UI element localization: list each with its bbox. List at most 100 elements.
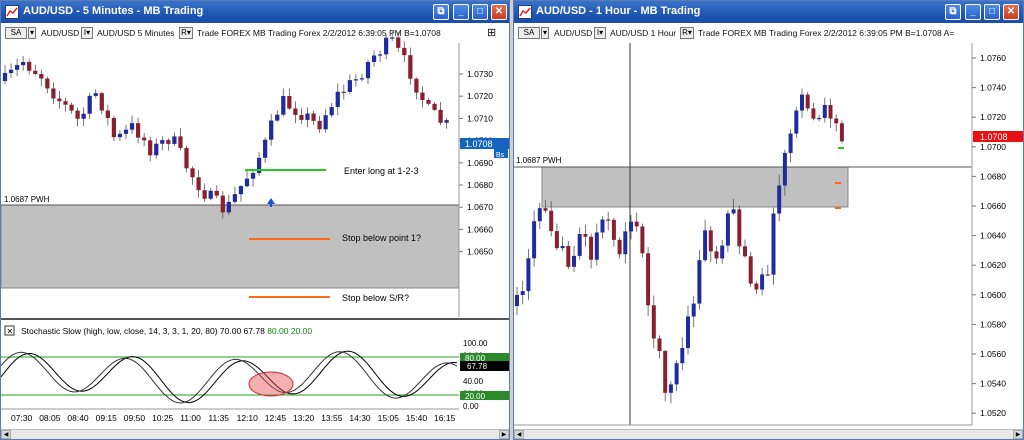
candle-body xyxy=(714,251,719,259)
scroll-left-icon[interactable]: ◀ xyxy=(1,430,11,439)
time-axis-label: 12:45 xyxy=(265,413,287,423)
support-resistance-zone xyxy=(541,166,849,208)
price-axis-label: 1.0660 xyxy=(467,224,493,234)
price-axis-label: 1.0660 xyxy=(980,201,1006,211)
candle-body xyxy=(63,101,68,105)
candle-body xyxy=(263,139,268,158)
candle-body xyxy=(589,236,594,260)
scroll-left-icon[interactable]: ◀ xyxy=(514,430,524,439)
candle-body xyxy=(178,136,183,148)
time-axis-label: 07:30 xyxy=(11,413,33,423)
price-axis-label: 1.0540 xyxy=(980,379,1006,389)
candle-body xyxy=(817,117,822,120)
candle-body xyxy=(432,103,437,110)
side-tag-label: Bs xyxy=(496,152,505,159)
price-axis-label: 1.0720 xyxy=(980,112,1006,122)
horizontal-scrollbar[interactable]: ◀ ▶ xyxy=(1,429,509,439)
candle-body xyxy=(99,93,104,111)
candle-body xyxy=(359,78,365,80)
candle-body xyxy=(720,245,725,259)
price-chart-1hour[interactable]: 1.0687 PWH 1.0760 1.0740 1.0720 1.0700 1.0680… xyxy=(514,1,1024,440)
candle-body xyxy=(281,95,286,115)
candle-body xyxy=(606,219,611,221)
horizontal-scrollbar[interactable]: ◀ ▶ xyxy=(514,429,1023,439)
candle-body xyxy=(777,185,782,214)
price-axis-label: 1.0670 xyxy=(467,202,493,212)
candle-body xyxy=(526,258,531,292)
time-axis-label: 11:35 xyxy=(208,413,229,423)
candle-body xyxy=(532,221,537,259)
price-chart-5min[interactable]: 1.0687 PWH1.07301.07201.07101.07001.0690… xyxy=(1,1,510,440)
price-pane xyxy=(514,43,972,425)
candle-body xyxy=(184,147,189,169)
candle-body xyxy=(196,177,201,191)
candle-body xyxy=(269,120,274,140)
stochastic-header-part: Stochastic Slow (high, low, close, 14, 3… xyxy=(21,326,265,336)
time-axis-label: 15:05 xyxy=(378,413,400,423)
candle-body xyxy=(800,94,804,111)
price-axis-label: 1.0690 xyxy=(467,158,493,168)
candle-body xyxy=(299,114,304,120)
candle-body xyxy=(760,274,765,290)
stochastic-header-part: 80.00 xyxy=(265,326,289,336)
candle-body xyxy=(420,92,425,101)
scroll-right-icon[interactable]: ▶ xyxy=(1013,430,1023,439)
candle-body xyxy=(617,239,622,255)
time-axis-label: 14:30 xyxy=(349,413,371,423)
stop-annotation-1: Stop below point 1? xyxy=(342,233,421,243)
scroll-right-icon[interactable]: ▶ xyxy=(499,430,509,439)
candle-body xyxy=(238,186,244,195)
price-axis-label: 1.0680 xyxy=(980,171,1006,181)
candle-body xyxy=(438,109,443,123)
candle-body xyxy=(657,338,662,352)
candle-body xyxy=(275,114,280,121)
candle-body xyxy=(444,120,449,123)
candle-body xyxy=(208,190,213,199)
price-axis-label: 1.0720 xyxy=(467,91,493,101)
candle-body xyxy=(377,54,383,56)
candle-body xyxy=(577,234,582,256)
candle-body xyxy=(788,133,793,153)
candle-body xyxy=(226,201,231,213)
current-price-label: 1.0708 xyxy=(980,132,1008,142)
candle-body xyxy=(335,91,340,108)
pwh-label: 1.0687 PWH xyxy=(4,195,50,204)
candle-body xyxy=(129,123,135,130)
candle-body xyxy=(45,78,50,89)
pwh-label: 1.0687 PWH xyxy=(516,156,562,165)
price-axis-label: 1.0520 xyxy=(980,408,1006,418)
candle-body xyxy=(426,100,431,104)
candle-body xyxy=(537,208,542,222)
candle-body xyxy=(743,246,747,257)
candle-body xyxy=(697,260,702,304)
candle-body xyxy=(371,55,377,62)
candle-body xyxy=(341,91,346,93)
price-axis-label: 1.0740 xyxy=(980,83,1006,93)
candle-body xyxy=(14,65,20,70)
price-axis-label: 1.0600 xyxy=(980,290,1006,300)
stochastic-value-label: 67.78 xyxy=(467,362,488,371)
candle-body xyxy=(135,123,141,138)
stochastic-header-part: 20.00 xyxy=(288,326,312,336)
buy-arrow-stem xyxy=(270,203,272,207)
candle-body xyxy=(160,140,165,144)
candle-body xyxy=(214,190,219,196)
candle-body xyxy=(81,113,86,119)
candle-body xyxy=(805,94,810,109)
time-axis-label: 09:50 xyxy=(124,413,146,423)
candle-body xyxy=(566,245,571,267)
price-axis-label: 1.0680 xyxy=(467,180,493,190)
candle-body xyxy=(384,37,389,55)
time-axis-label: 15:40 xyxy=(406,413,428,423)
candle-body xyxy=(39,73,44,79)
entry-annotation: Enter long at 1-2-3 xyxy=(344,166,419,176)
candle-body xyxy=(680,348,685,364)
candle-body xyxy=(737,209,742,247)
candle-body xyxy=(765,274,770,276)
candle-body xyxy=(8,69,14,74)
time-axis-label: 09:15 xyxy=(96,413,118,423)
candle-body xyxy=(663,351,668,393)
pane-close-glyph: ✕ xyxy=(7,327,14,336)
time-axis-label: 13:55 xyxy=(321,413,343,423)
candle-body xyxy=(311,113,316,121)
